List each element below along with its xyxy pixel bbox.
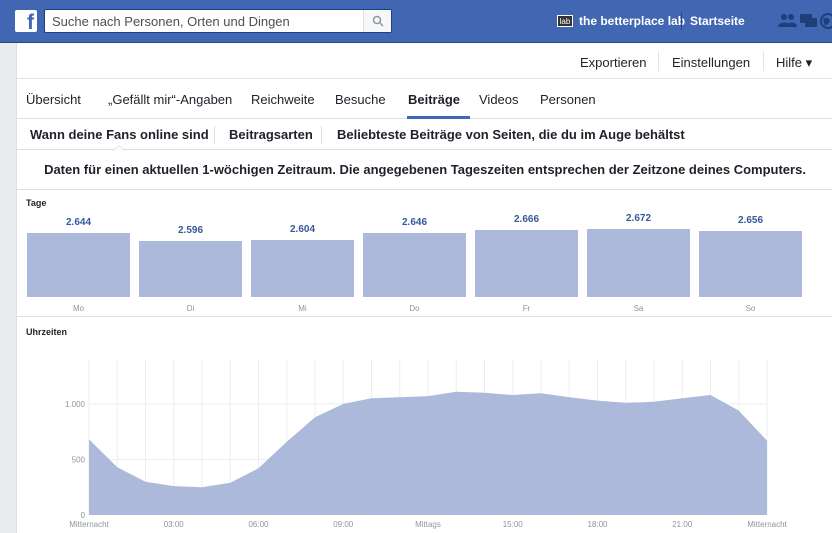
tab-videos[interactable]: Videos [479,92,519,107]
settings-button[interactable]: Einstellungen [672,55,750,70]
tab-reach[interactable]: Reichweite [251,92,315,107]
page-name-link[interactable]: the betterplace lab [579,14,685,28]
x-tick-label: Mittags [415,520,441,529]
search-input[interactable] [52,12,352,30]
day-bar[interactable] [699,231,802,297]
bar-value-label: 2.672 [625,212,652,224]
home-link[interactable]: Startseite [690,14,745,28]
days-chart-title: Tage [26,198,47,208]
day-bar[interactable] [27,233,130,297]
x-tick-label: 09:00 [333,520,354,529]
online-fans-area[interactable] [89,391,767,515]
tab-likes[interactable]: „Gefällt mir“-Angaben [108,92,232,107]
help-menu-button[interactable]: Hilfe ▾ [776,55,812,71]
timeframe-info: Daten für einen aktuellen 1-wöchigen Zei… [17,150,832,190]
day-axis-label: Mo [72,304,85,313]
day-axis-label: Fr [522,304,531,313]
tab-posts[interactable]: Beiträge [408,92,460,107]
action-separator [658,51,659,71]
day-axis-label: Mi [298,304,307,313]
subtab-separator [214,126,215,144]
search-icon [372,15,384,27]
subtab-fans-online[interactable]: Wann deine Fans online sind [30,127,209,142]
x-tick-label: 18:00 [587,520,608,529]
day-bar[interactable] [475,229,578,297]
tab-visits[interactable]: Besuche [335,92,386,107]
bar-value-label: 2.656 [737,215,764,227]
x-tick-label: Mitternacht [747,520,787,529]
action-bar: Exportieren Einstellungen Hilfe ▾ [17,43,832,79]
bar-value-label: 2.604 [289,223,316,235]
day-bar[interactable] [139,241,242,297]
action-separator [763,51,764,71]
day-bar[interactable] [363,232,466,297]
tab-overview[interactable]: Übersicht [26,92,81,107]
y-tick-label: 1.000 [65,400,86,409]
x-tick-label: 06:00 [248,520,269,529]
top-navigation-bar: f lab the betterplace lab Startseite [0,0,832,43]
hours-chart-title: Uhrzeiten [26,327,68,337]
subtab-post-types[interactable]: Beitragsarten [229,127,313,142]
insights-tabs: Übersicht „Gefällt mir“-Angaben Reichwei… [17,79,832,119]
hours-area-chart: 0 500 1.000 Mitternacht 03:00 06:00 09:00 Mitta… [65,359,788,529]
export-button[interactable]: Exportieren [580,55,646,70]
notifications-globe-icon[interactable] [820,13,832,29]
page-thumbnail[interactable]: lab [557,15,573,27]
x-tick-label: Mitternacht [69,520,109,529]
x-tick-label: 21:00 [672,520,693,529]
insights-panel: Exportieren Einstellungen Hilfe ▾ Übersi… [16,43,832,533]
search-box [44,9,392,33]
x-tick-label: 15:00 [503,520,524,529]
bar-value-label: 2.644 [65,217,92,229]
y-tick-label: 0 [81,511,86,520]
day-axis-label: Do [409,304,420,313]
posts-subtabs: Wann deine Fans online sind Beitragsarte… [17,119,832,151]
day-axis-label: Di [186,304,195,313]
x-tick-label: 03:00 [164,520,185,529]
bar-value-label: 2.666 [513,213,540,225]
facebook-logo-icon[interactable]: f [15,10,37,32]
subtab-separator [321,126,322,144]
day-axis-label: Sa [633,304,644,313]
chart-separator [17,316,832,317]
tab-people[interactable]: Personen [540,92,596,107]
day-bar[interactable] [251,239,354,297]
friend-requests-icon[interactable] [778,13,798,29]
day-bar[interactable] [587,228,690,297]
bar-value-label: 2.646 [401,216,428,228]
day-axis-label: So [745,304,756,313]
y-tick-label: 500 [72,455,86,464]
bar-value-label: 2.596 [177,225,204,237]
topbar-divider [681,12,682,30]
messages-icon[interactable] [799,13,819,29]
search-button[interactable] [363,10,391,32]
subtab-popular-posts[interactable]: Beliebteste Beiträge von Seiten, die du … [337,127,685,142]
